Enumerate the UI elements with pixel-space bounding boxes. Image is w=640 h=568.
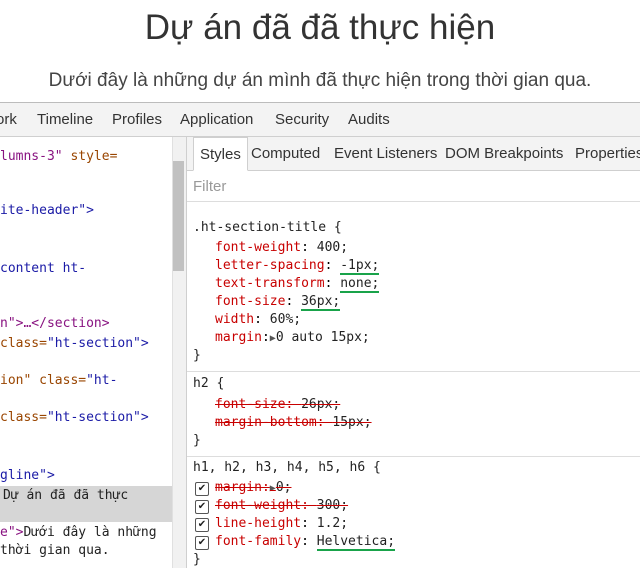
page-subtitle: Dưới đây là những dự án mình đã thực hiệ… [48,70,592,91]
rule-close-brace: } [193,433,201,448]
property-name: margin [215,480,262,495]
property-name: margin-bottom [215,415,317,430]
property-name: margin [215,330,262,345]
property-name: text-transform [215,276,325,291]
css-declaration-overridden[interactable]: ✔ margin:▶0; [187,479,487,497]
property-value: 60%; [269,312,302,327]
filter-input[interactable]: Filter [193,178,226,195]
dom-node-line[interactable]: ion" class="ht- [0,371,117,391]
property-value: 0; [275,480,292,495]
rule-close-brace: } [193,552,201,567]
css-declaration[interactable]: margin:▶0 auto 15px; [215,329,370,347]
property-name: font-family [215,534,302,549]
attr-value: ite-header"> [0,203,94,218]
tab-properties[interactable]: Properties [575,137,640,170]
dom-node-line[interactable]: class="ht-section"> [0,334,149,354]
property-name: font-size [215,397,286,412]
attr-value: "ht-section"> [46,410,149,425]
property-name: line-height [215,516,302,531]
checkbox-checked-icon[interactable]: ✔ [195,500,209,514]
checkbox-checked-icon[interactable]: ✔ [195,536,209,550]
property-value: 26px; [301,397,341,412]
property-value: 0 auto 15px; [275,330,370,345]
attr-value: "ht- [86,373,118,388]
css-declaration[interactable]: font-size: 36px; [215,293,341,311]
dom-node-line[interactable]: content ht- [0,259,86,279]
css-rule: h2 { font-size: 26px; margin-bottom: 15p… [187,372,640,457]
attr-value: "ht-section"> [46,336,149,351]
tag-text: n">…</section> [0,316,110,331]
tag-text: e"> [0,525,24,540]
tab-styles[interactable]: Styles [193,137,248,171]
tab-profiles[interactable]: Profiles [112,103,162,136]
property-value: none; [340,276,380,293]
elements-tree[interactable]: lumns-3" style= ite-header"> content ht-… [0,137,172,568]
tab-security[interactable]: Security [275,103,329,136]
tab-application[interactable]: Application [180,103,253,136]
rule-close-brace: } [193,348,201,363]
checkbox-checked-icon[interactable]: ✔ [195,482,209,496]
property-name: font-weight [215,240,302,255]
tab-event-listeners[interactable]: Event Listeners [334,137,437,170]
attr-text: ion" class= [0,373,87,388]
styles-sidebar: Styles Computed Event Listeners DOM Brea… [187,137,640,568]
tab-computed[interactable]: Computed [251,137,320,170]
attr-text: class= [0,410,47,425]
dom-node-line[interactable]: lumns-3" style= [0,147,117,167]
devtools-panel: ork Timeline Profiles Application Securi… [0,102,640,568]
property-name: font-weight [215,498,302,513]
text-node: Dưới đây là những [23,525,157,540]
rule-selector[interactable]: h1, h2, h3, h4, h5, h6 { [193,459,381,477]
sidebar-tabs: Styles Computed Event Listeners DOM Brea… [187,137,640,171]
property-value: 15px; [332,415,372,430]
property-value: Helvetica; [316,534,396,551]
css-declaration[interactable]: ✔ font-family: Helvetica; [187,533,487,551]
dom-node-line[interactable]: thời gian qua. [0,541,110,561]
css-declaration-overridden[interactable]: ✔ font-weight: 300; [187,497,487,515]
page-title: Dự án đã đã thực hiện [144,8,496,47]
rule-selector[interactable]: .ht-section-title { [193,219,342,237]
css-declaration[interactable]: width: 60%; [215,311,301,329]
text-node: Dự án đã đã thực [3,488,129,503]
css-declaration[interactable]: font-weight: 400; [215,239,348,257]
property-value: 1.2; [316,516,349,531]
attr-value: gline"> [0,468,55,483]
devtools-main-tabs: ork Timeline Profiles Application Securi… [0,103,640,137]
css-declaration[interactable]: ✔ line-height: 1.2; [187,515,487,533]
dom-node-line[interactable]: ite-header"> [0,201,94,221]
css-declaration[interactable]: text-transform: none; [215,275,380,293]
tab-audits[interactable]: Audits [348,103,390,136]
rule-selector[interactable]: h2 { [193,375,224,393]
text-node: thời gian qua. [0,543,110,558]
dom-node-line[interactable]: n">…</section> [0,314,110,334]
property-value: 300; [316,498,349,513]
elements-scrollbar-thumb[interactable] [173,161,184,271]
property-value: 36px; [301,294,341,311]
attr-text: style= [62,149,118,164]
css-declaration-overridden[interactable]: font-size: 26px; [215,396,340,414]
styles-filter[interactable]: Filter [187,171,640,202]
tab-network[interactable]: ork [0,103,17,136]
css-rule: h1, h2, h3, h4, h5, h6 { ✔ margin:▶0; ✔ … [187,457,640,568]
css-declaration-overridden[interactable]: margin-bottom: 15px; [215,414,372,432]
property-name: letter-spacing [215,258,325,273]
dom-node-line[interactable]: gline"> [0,466,55,486]
tab-timeline[interactable]: Timeline [37,103,93,136]
dom-node-line-selected[interactable]: Dự án đã đã thực [0,486,172,522]
tab-dom-breakpoints[interactable]: DOM Breakpoints [445,137,563,170]
checkbox-checked-icon[interactable]: ✔ [195,518,209,532]
css-rule: .ht-section-title { font-weight: 400; le… [187,203,640,372]
attr-value: content ht- [0,261,87,276]
tag-text: lumns-3" [0,149,63,164]
dom-node-line[interactable]: class="ht-section"> [0,408,149,428]
property-value: -1px; [340,258,380,275]
attr-text: class= [0,336,47,351]
property-name: width [215,312,255,327]
dom-node-line[interactable]: e">Dưới đây là những [0,523,157,543]
page-header: Dự án đã đã thực hiện Dưới đây là những … [0,0,640,102]
css-declaration[interactable]: letter-spacing: -1px; [215,257,380,275]
property-name: font-size [215,294,286,309]
property-value: 400; [316,240,349,255]
